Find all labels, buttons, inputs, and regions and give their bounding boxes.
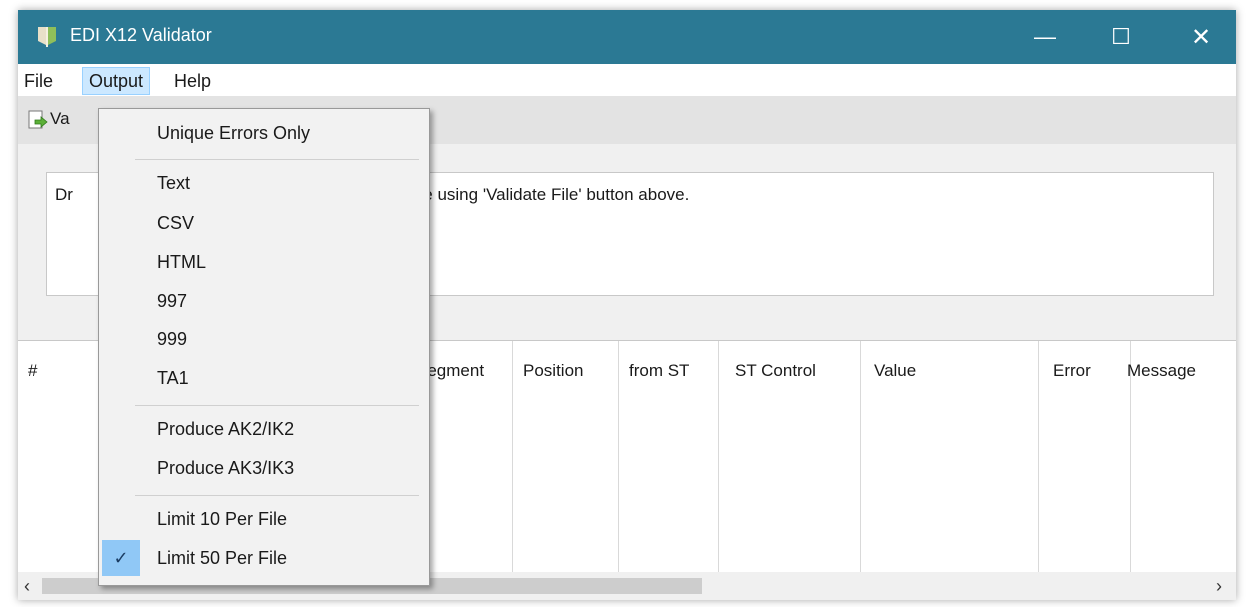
column-divider — [718, 341, 719, 573]
scroll-right-arrow-icon[interactable]: › — [1216, 576, 1222, 597]
window-title: EDI X12 Validator — [70, 25, 212, 45]
menu-item-limit-10[interactable]: Limit 10 Per File — [157, 509, 287, 530]
menu-item-produce-ak2[interactable]: Produce AK2/IK2 — [157, 419, 294, 440]
menu-item-text[interactable]: Text — [157, 173, 190, 194]
column-header-error[interactable]: Error — [1053, 361, 1091, 381]
column-header-from-st[interactable]: from ST — [629, 361, 689, 381]
menu-separator — [135, 495, 419, 496]
column-header-value[interactable]: Value — [874, 361, 916, 381]
column-divider — [1038, 341, 1039, 573]
column-divider — [618, 341, 619, 573]
menu-item-csv[interactable]: CSV — [157, 213, 194, 234]
column-header-position[interactable]: Position — [523, 361, 583, 381]
menu-separator — [135, 405, 419, 406]
menu-output[interactable]: Output — [82, 67, 151, 95]
title-bar[interactable]: EDI X12 Validator — ☐ ✕ — [18, 10, 1236, 64]
menu-help[interactable]: Help — [168, 68, 217, 94]
menu-item-999[interactable]: 999 — [157, 329, 187, 350]
menu-item-unique-errors[interactable]: Unique Errors Only — [157, 123, 310, 144]
menu-item-ta1[interactable]: TA1 — [157, 368, 189, 389]
instruction-prefix: Dr — [55, 185, 73, 204]
minimize-button[interactable]: — — [1018, 10, 1072, 64]
menu-bar: File Output Help — [18, 64, 1236, 96]
scroll-left-arrow-icon[interactable]: ‹ — [24, 576, 30, 597]
column-header-message[interactable]: Message — [1127, 361, 1196, 381]
menu-item-limit-50[interactable]: Limit 50 Per File — [157, 548, 287, 569]
menu-item-997[interactable]: 997 — [157, 291, 187, 312]
menu-file[interactable]: File — [18, 68, 59, 94]
column-header-st-control[interactable]: ST Control — [735, 361, 816, 381]
app-window: EDI X12 Validator — ☐ ✕ File Output Help… — [18, 10, 1236, 600]
validate-file-icon[interactable] — [28, 110, 48, 130]
column-divider — [512, 341, 513, 573]
menu-item-produce-ak3[interactable]: Produce AK3/IK3 — [157, 458, 294, 479]
column-divider — [860, 341, 861, 573]
column-header-number[interactable]: # — [28, 361, 37, 381]
checkmark-icon: ✓ — [102, 540, 140, 576]
menu-item-html[interactable]: HTML — [157, 252, 206, 273]
app-icon — [38, 27, 56, 47]
maximize-button[interactable]: ☐ — [1094, 10, 1148, 64]
instruction-text: file using 'Validate File' button above. — [411, 185, 690, 204]
menu-separator — [135, 159, 419, 160]
close-button[interactable]: ✕ — [1174, 10, 1228, 64]
validate-file-button[interactable]: Va — [50, 109, 70, 129]
output-dropdown-menu: Unique Errors Only Text CSV HTML 997 999… — [98, 108, 430, 586]
